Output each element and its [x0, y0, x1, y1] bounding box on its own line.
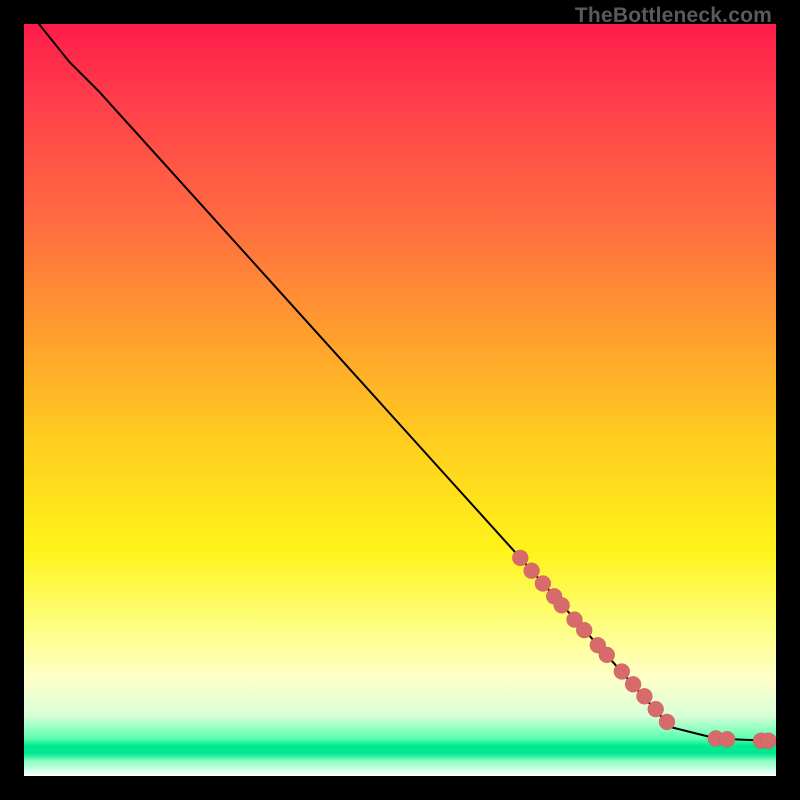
chart-frame: TheBottleneck.com: [0, 0, 800, 800]
data-point: [719, 731, 735, 747]
data-point: [636, 688, 652, 704]
chart-svg: [24, 24, 776, 776]
data-point: [512, 550, 528, 566]
data-point: [761, 733, 777, 749]
data-point: [614, 664, 630, 680]
data-point: [625, 676, 641, 692]
data-point: [599, 647, 615, 663]
data-point: [535, 576, 551, 592]
data-point: [659, 714, 675, 730]
bottleneck-curve: [39, 24, 769, 741]
highlight-points: [512, 550, 776, 749]
data-point: [648, 701, 664, 717]
data-point: [576, 622, 592, 638]
data-point: [524, 563, 540, 579]
watermark-text: TheBottleneck.com: [575, 4, 772, 28]
data-point: [554, 597, 570, 613]
plot-area: [24, 24, 776, 776]
